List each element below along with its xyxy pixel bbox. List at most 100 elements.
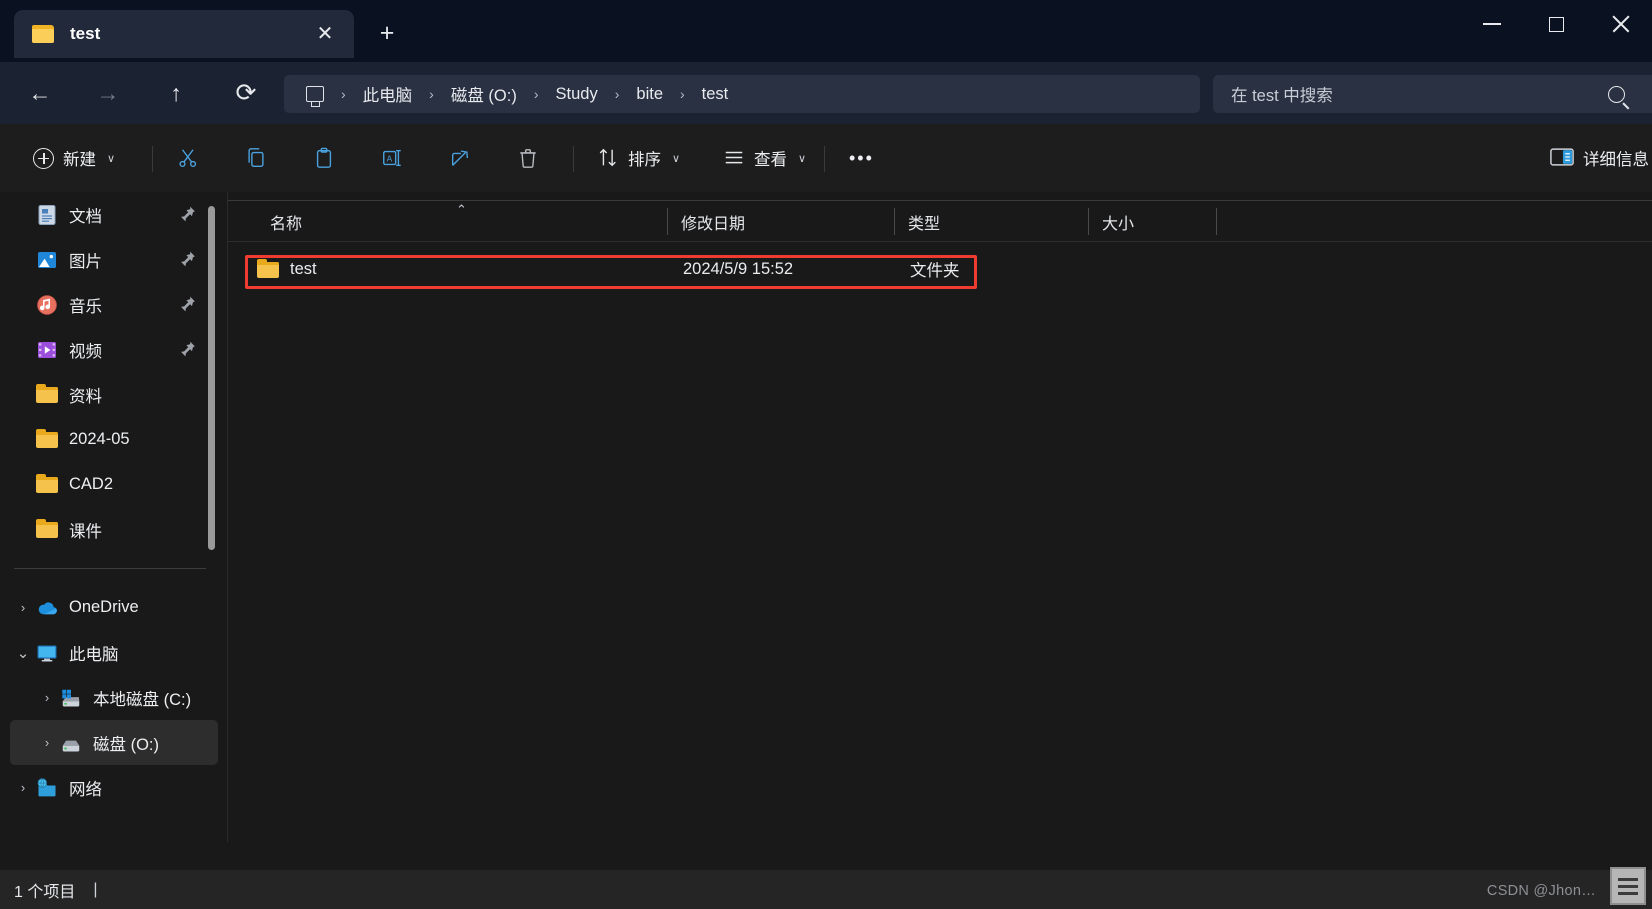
column-divider[interactable] bbox=[1216, 208, 1217, 235]
this-pc-icon[interactable] bbox=[306, 86, 324, 107]
more-options-button[interactable]: ••• bbox=[838, 137, 885, 179]
close-icon bbox=[1611, 15, 1629, 33]
file-name: test bbox=[290, 259, 317, 278]
breadcrumb-item-4[interactable]: test bbox=[702, 85, 729, 104]
cut-button[interactable] bbox=[166, 137, 210, 179]
breadcrumb-item-3[interactable]: bite bbox=[636, 85, 663, 104]
navigation-pane[interactable]: 文档 图片 音乐 视频 资料 2024-05 CAD2 课件 › OneDriv… bbox=[0, 192, 228, 842]
file-list-pane[interactable]: 名称 ⌃ 修改日期 类型 大小 test 2024/5/9 15:52 文件夹 bbox=[228, 192, 1652, 842]
file-modified-date: 2024/5/9 15:52 bbox=[683, 259, 794, 278]
sidebar-item-local-disk-c[interactable]: › 本地磁盘 (C:) bbox=[10, 675, 218, 720]
sidebar-item-label: 资料 bbox=[69, 387, 102, 406]
pin-icon[interactable] bbox=[179, 205, 196, 223]
sort-ascending-icon: ⌃ bbox=[456, 202, 467, 217]
copy-icon bbox=[245, 147, 267, 169]
column-header-type[interactable]: 类型 bbox=[894, 201, 1088, 242]
separator bbox=[824, 146, 825, 172]
back-button[interactable]: ← bbox=[22, 75, 58, 111]
windows-drive-icon bbox=[60, 687, 82, 709]
trash-icon bbox=[517, 147, 539, 169]
sidebar-item-label: 此电脑 bbox=[69, 645, 119, 664]
chevron-down-icon: ∨ bbox=[672, 152, 681, 165]
copy-button[interactable] bbox=[234, 137, 278, 179]
breadcrumb-separator: › bbox=[429, 86, 434, 102]
sidebar-item-label: 磁盘 (O:) bbox=[93, 735, 159, 754]
sidebar-item-music[interactable]: 音乐 bbox=[10, 282, 218, 327]
sidebar-item-videos[interactable]: 视频 bbox=[10, 327, 218, 372]
title-bar: test ✕ + bbox=[0, 0, 1652, 62]
pin-icon[interactable] bbox=[179, 340, 196, 358]
folder-icon bbox=[36, 428, 58, 451]
sidebar-item-onedrive[interactable]: › OneDrive bbox=[10, 585, 218, 630]
sidebar-item-label: 本地磁盘 (C:) bbox=[93, 690, 192, 709]
sidebar-item-network[interactable]: › 网络 bbox=[10, 765, 218, 810]
sidebar-item-pictures[interactable]: 图片 bbox=[10, 237, 218, 282]
search-box[interactable]: 在 test 中搜索 bbox=[1213, 75, 1652, 113]
chevron-down-icon[interactable]: ⌄ bbox=[10, 644, 36, 662]
table-row[interactable]: test 2024/5/9 15:52 文件夹 bbox=[240, 249, 1640, 289]
scissors-icon bbox=[177, 147, 199, 169]
details-pane-button[interactable]: 详细信息 bbox=[1539, 137, 1652, 179]
minimize-button[interactable] bbox=[1460, 0, 1524, 48]
view-button[interactable]: 查看 ∨ bbox=[712, 137, 817, 179]
this-pc-icon bbox=[36, 642, 58, 664]
sidebar-item-this-pc[interactable]: ⌄ 此电脑 bbox=[10, 630, 218, 675]
paste-button[interactable] bbox=[302, 137, 346, 179]
view-icon bbox=[723, 147, 745, 169]
sidebar-item-label: 音乐 bbox=[69, 297, 102, 316]
sidebar-item-kejian[interactable]: 课件 bbox=[10, 507, 218, 552]
sidebar-item-2024-05[interactable]: 2024-05 bbox=[10, 417, 218, 462]
chevron-right-icon[interactable]: › bbox=[34, 735, 60, 750]
folder-icon bbox=[36, 473, 58, 496]
breadcrumb-item-0[interactable]: 此电脑 bbox=[363, 82, 413, 106]
sidebar-item-label: 视频 bbox=[69, 342, 102, 361]
sidebar-item-label: 2024-05 bbox=[69, 430, 130, 448]
new-button[interactable]: 新建 ∨ bbox=[22, 137, 126, 179]
chevron-right-icon[interactable]: › bbox=[10, 780, 36, 795]
details-label: 详细信息 bbox=[1583, 151, 1649, 169]
network-icon bbox=[36, 777, 58, 799]
folder-icon bbox=[36, 518, 58, 541]
sidebar-item-documents[interactable]: 文档 bbox=[10, 192, 218, 237]
rename-icon: A bbox=[381, 147, 403, 169]
share-icon bbox=[449, 147, 471, 169]
close-window-button[interactable] bbox=[1588, 0, 1652, 48]
sort-button[interactable]: 排序 ∨ bbox=[586, 137, 691, 179]
refresh-button[interactable]: ⟳ bbox=[228, 75, 264, 111]
file-type: 文件夹 bbox=[910, 262, 960, 280]
sidebar-item-ziliao[interactable]: 资料 bbox=[10, 372, 218, 417]
chevron-down-icon: ∨ bbox=[798, 152, 807, 165]
sidebar-item-cad2[interactable]: CAD2 bbox=[10, 462, 218, 507]
pin-icon[interactable] bbox=[179, 250, 196, 268]
chevron-right-icon[interactable]: › bbox=[34, 690, 60, 705]
column-header-modified[interactable]: 修改日期 bbox=[667, 201, 894, 242]
sidebar-scrollbar-thumb[interactable] bbox=[208, 206, 215, 550]
up-button[interactable]: ↑ bbox=[158, 75, 194, 111]
new-tab-button[interactable]: + bbox=[370, 18, 404, 48]
breadcrumb-item-1[interactable]: 磁盘 (O:) bbox=[451, 82, 517, 106]
svg-text:A: A bbox=[387, 154, 393, 163]
forward-button[interactable]: → bbox=[90, 75, 126, 111]
share-button[interactable] bbox=[438, 137, 482, 179]
documents-icon bbox=[36, 204, 58, 226]
tab-test[interactable]: test ✕ bbox=[14, 10, 354, 58]
maximize-button[interactable] bbox=[1524, 0, 1588, 48]
rename-button[interactable]: A bbox=[370, 137, 414, 179]
pin-icon[interactable] bbox=[179, 295, 196, 313]
address-bar[interactable]: › 此电脑 › 磁盘 (O:) › Study › bite › test bbox=[284, 75, 1200, 113]
breadcrumb-item-2[interactable]: Study bbox=[556, 85, 598, 104]
chevron-right-icon[interactable]: › bbox=[10, 600, 36, 615]
sidebar-item-label: 图片 bbox=[69, 252, 102, 271]
search-icon[interactable] bbox=[1608, 85, 1625, 103]
music-icon bbox=[36, 294, 58, 316]
folder-icon bbox=[32, 25, 54, 43]
delete-button[interactable] bbox=[506, 137, 550, 179]
search-input[interactable]: 在 test 中搜索 bbox=[1231, 82, 1608, 106]
sidebar-item-disk-o[interactable]: › 磁盘 (O:) bbox=[10, 720, 218, 765]
column-header-size[interactable]: 大小 bbox=[1088, 201, 1216, 242]
window-controls bbox=[1460, 0, 1652, 62]
text-cursor: | bbox=[93, 880, 98, 898]
column-headers: 名称 ⌃ 修改日期 类型 大小 bbox=[228, 200, 1652, 242]
onedrive-icon bbox=[36, 597, 58, 619]
close-icon[interactable]: ✕ bbox=[314, 23, 336, 45]
